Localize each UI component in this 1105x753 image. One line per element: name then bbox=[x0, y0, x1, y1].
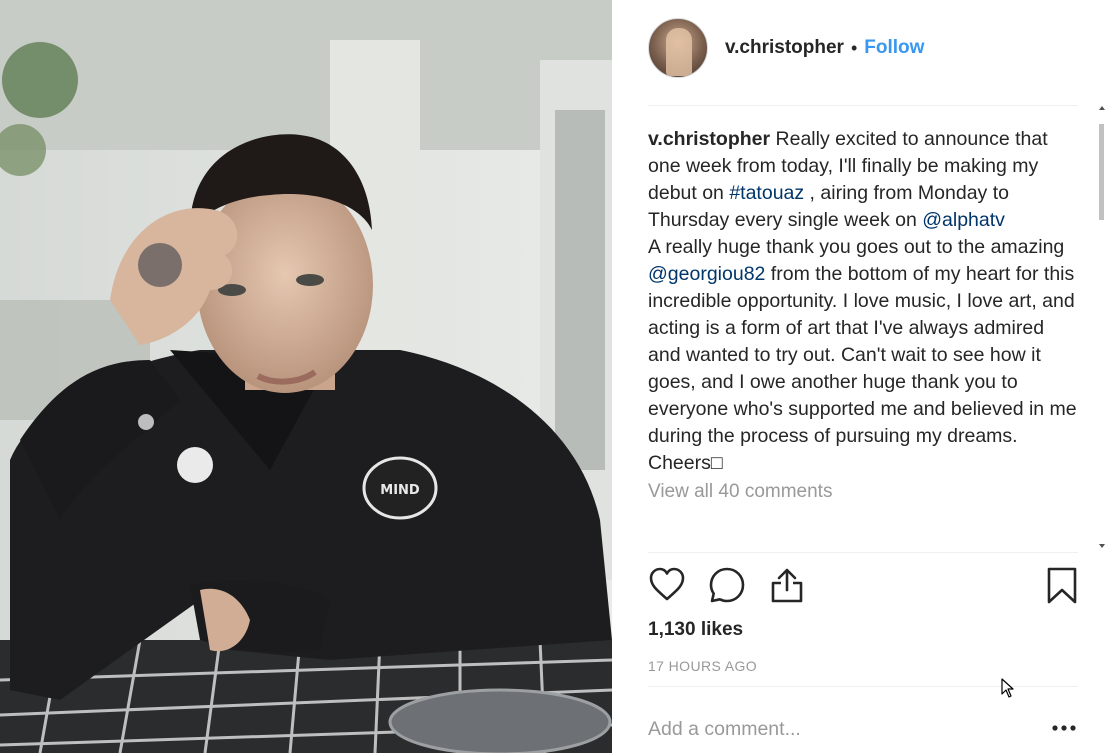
bookmark-icon[interactable] bbox=[1043, 566, 1081, 604]
action-bar bbox=[648, 566, 1078, 606]
comment-icon[interactable] bbox=[708, 566, 746, 604]
header-divider bbox=[648, 105, 1078, 106]
hashtag-link[interactable]: #tatouaz bbox=[729, 182, 804, 204]
more-options-icon[interactable] bbox=[1052, 718, 1078, 738]
scroll-down-arrow-icon[interactable] bbox=[1099, 544, 1105, 548]
caption-username[interactable]: v.christopher bbox=[648, 128, 770, 150]
likes-count[interactable]: 1,130 likes bbox=[648, 619, 743, 641]
post-details-panel: v.christopher • Follow v.christopher Rea… bbox=[612, 0, 1105, 753]
follow-button[interactable]: Follow bbox=[864, 37, 924, 59]
post-timestamp[interactable]: 17 HOURS AGO bbox=[648, 658, 757, 674]
photo-illustration: MIND bbox=[0, 0, 612, 753]
post-photo[interactable]: MIND bbox=[0, 0, 612, 753]
post-header: v.christopher • Follow bbox=[648, 17, 1078, 79]
comments-area[interactable]: v.christopher Really excited to announce… bbox=[648, 126, 1078, 550]
actions-divider bbox=[648, 552, 1078, 553]
separator-dot: • bbox=[850, 37, 858, 58]
share-icon[interactable] bbox=[768, 566, 806, 604]
heart-icon[interactable] bbox=[648, 566, 686, 604]
comment-divider bbox=[648, 686, 1078, 687]
username-link[interactable]: v.christopher bbox=[725, 37, 844, 59]
caption-text-4: from the bottom of my heart for this inc… bbox=[648, 263, 1077, 474]
mention-link-georgiou82[interactable]: @georgiou82 bbox=[648, 263, 765, 285]
mention-link-alphatv[interactable]: @alphatv bbox=[922, 209, 1005, 231]
scrollbar-thumb[interactable] bbox=[1099, 124, 1104, 220]
view-all-comments-link[interactable]: View all 40 comments bbox=[648, 481, 1078, 503]
comment-input[interactable] bbox=[648, 712, 1028, 746]
svg-text:MIND: MIND bbox=[380, 483, 420, 498]
scroll-up-arrow-icon[interactable] bbox=[1099, 106, 1105, 110]
caption-text-3: A really huge thank you goes out to the … bbox=[648, 236, 1065, 258]
emoji-glyph: □ bbox=[710, 452, 723, 474]
avatar[interactable] bbox=[648, 18, 708, 78]
caption: v.christopher Really excited to announce… bbox=[648, 126, 1078, 477]
comments-scrollbar[interactable] bbox=[1098, 104, 1105, 550]
